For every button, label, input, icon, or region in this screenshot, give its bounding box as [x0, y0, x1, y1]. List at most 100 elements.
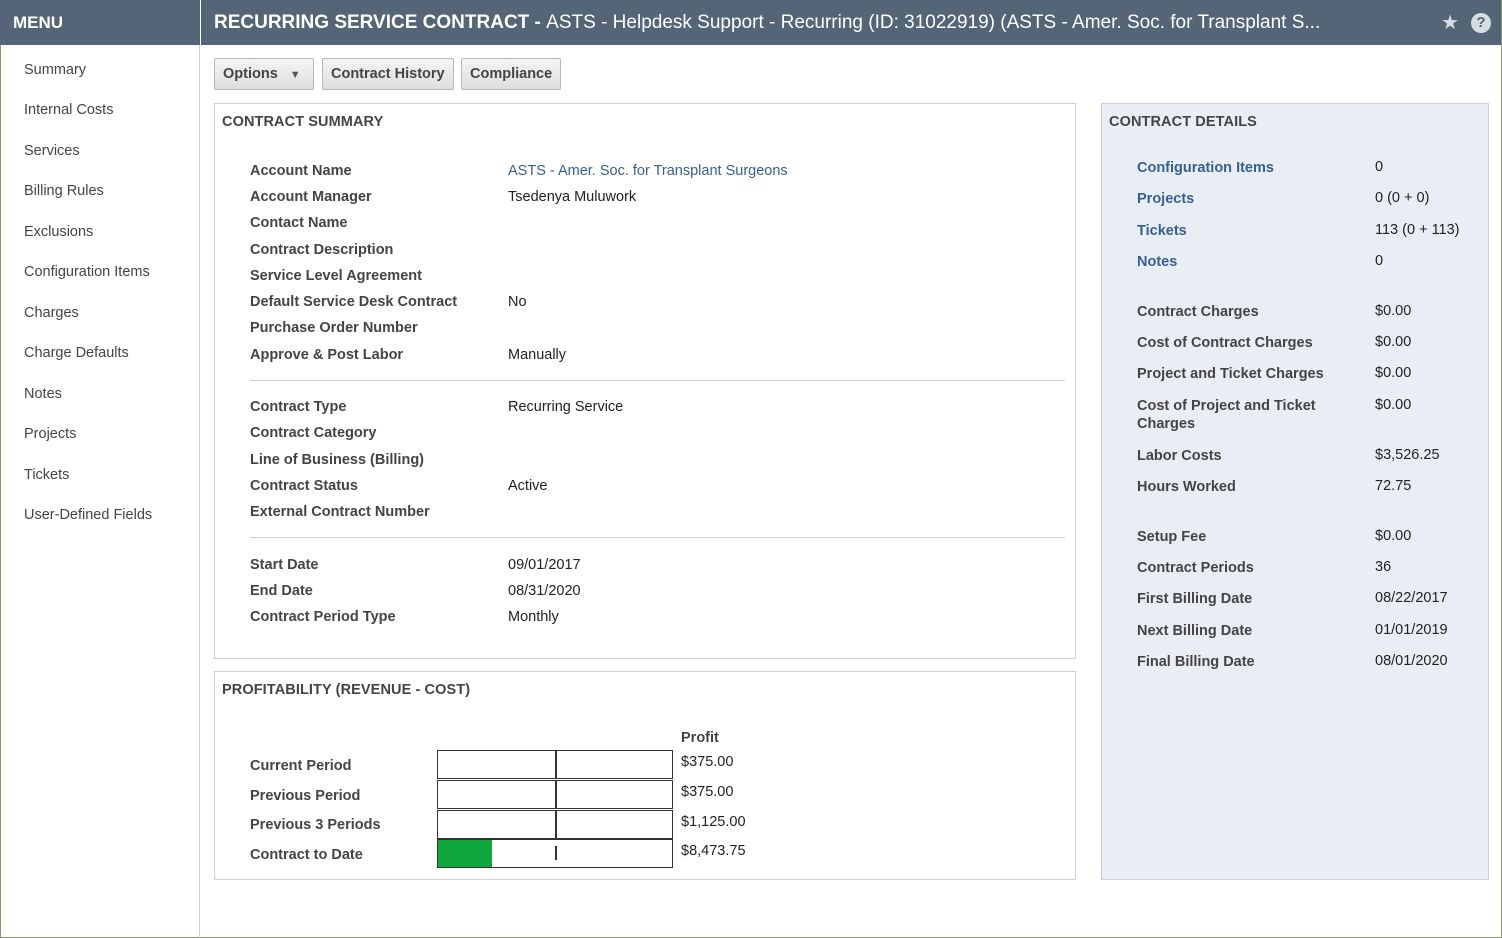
profit-row-label: Current Period: [250, 758, 352, 774]
detail-label: Labor Costs: [1137, 448, 1222, 464]
profit-bar: [437, 750, 673, 779]
title-icons: ★ ?: [1441, 0, 1491, 45]
profit-bar-zero-line: [555, 846, 557, 860]
configuration-items-link[interactable]: Configuration Items: [1137, 159, 1274, 177]
page-title-name: ASTS - Helpdesk Support - Recurring (ID:…: [546, 12, 1321, 33]
profit-row-label: Contract to Date: [250, 847, 363, 863]
detail-value: 08/22/2017: [1375, 590, 1448, 606]
menu-item-billing-rules[interactable]: Billing Rules: [24, 183, 104, 199]
projects-count: 0 (0 + 0): [1375, 190, 1430, 206]
projects-link[interactable]: Projects: [1137, 190, 1194, 208]
account-manager-value: Tsedenya Muluwork: [508, 189, 637, 205]
options-button-label: Options: [223, 66, 278, 82]
compliance-button[interactable]: Compliance: [461, 58, 561, 90]
field-label: Contract Description: [250, 242, 394, 258]
contract-summary-panel: CONTRACT SUMMARY Account Name ASTS - Ame…: [214, 103, 1076, 659]
menu-item-internal-costs[interactable]: Internal Costs: [24, 102, 113, 118]
profit-value: $1,125.00: [681, 814, 746, 830]
profit-bar-zero-line: [555, 811, 557, 838]
menu-item-configuration-items[interactable]: Configuration Items: [24, 264, 150, 280]
profit-bar: [437, 810, 673, 839]
tickets-link[interactable]: Tickets: [1137, 222, 1187, 240]
menu-item-charges[interactable]: Charges: [24, 305, 79, 321]
detail-label: Final Billing Date: [1137, 654, 1255, 670]
detail-value: 72.75: [1375, 478, 1412, 494]
detail-label: First Billing Date: [1137, 591, 1253, 607]
end-date-value: 08/31/2020: [508, 583, 581, 599]
profit-bar: [437, 780, 673, 809]
contract-status-value: Active: [508, 478, 548, 494]
menu-item-services[interactable]: Services: [24, 143, 80, 159]
field-label: Approve & Post Labor: [250, 347, 404, 363]
menu-item-exclusions[interactable]: Exclusions: [24, 224, 93, 240]
section-divider: [250, 537, 1065, 538]
field-label: Purchase Order Number: [250, 320, 418, 336]
field-label: Account Name: [250, 163, 352, 179]
menu-header: MENU: [0, 0, 200, 45]
profitability-title: PROFITABILITY (REVENUE - COST): [222, 682, 471, 698]
page-title-bar: RECURRING SERVICE CONTRACT - ASTS - Help…: [201, 0, 1501, 45]
field-label: Account Manager: [250, 189, 372, 205]
field-label: Contract Period Type: [250, 609, 396, 625]
contract-type-value: Recurring Service: [508, 399, 624, 415]
detail-label: Contract Periods: [1137, 560, 1254, 576]
profit-bar-zero-line: [555, 781, 557, 808]
menu-item-notes[interactable]: Notes: [24, 386, 62, 402]
detail-label: Hours Worked: [1137, 479, 1236, 495]
detail-value: 36: [1375, 559, 1392, 575]
field-label: External Contract Number: [250, 504, 430, 520]
approve-post-labor-value: Manually: [508, 347, 567, 363]
profit-bar-zero-line: [555, 751, 557, 778]
detail-label: Contract Charges: [1137, 304, 1259, 320]
options-button[interactable]: Options ▼: [214, 58, 314, 90]
start-date-value: 09/01/2017: [508, 557, 581, 573]
profit-bar-fill: [438, 840, 492, 867]
notes-count: 0: [1375, 253, 1384, 269]
contract-details-panel: CONTRACT DETAILS Configuration Items 0 P…: [1101, 103, 1489, 880]
detail-value: $0.00: [1375, 397, 1412, 413]
field-label: Start Date: [250, 557, 319, 573]
menu-item-user-defined-fields[interactable]: User-Defined Fields: [24, 507, 152, 523]
profit-bar: [437, 839, 673, 868]
detail-label: Cost of Contract Charges: [1137, 335, 1313, 351]
help-icon[interactable]: ?: [1471, 12, 1491, 33]
menu-item-charge-defaults[interactable]: Charge Defaults: [24, 345, 129, 361]
field-label: Default Service Desk Contract: [250, 294, 458, 310]
field-label: Line of Business (Billing): [250, 452, 425, 468]
menu-item-projects[interactable]: Projects: [24, 426, 76, 442]
side-menu: Summary Internal Costs Services Billing …: [0, 45, 200, 938]
detail-value: $3,526.25: [1375, 447, 1440, 463]
section-divider: [250, 380, 1065, 381]
detail-label: Project and Ticket Charges: [1137, 366, 1324, 382]
contract-details-title: CONTRACT DETAILS: [1109, 114, 1257, 130]
detail-value: 01/01/2019: [1375, 622, 1448, 638]
period-type-value: Monthly: [508, 609, 559, 625]
detail-value: 08/01/2020: [1375, 653, 1448, 669]
default-service-desk-value: No: [508, 294, 527, 310]
detail-value: $0.00: [1375, 365, 1412, 381]
chevron-down-icon: ▼: [289, 69, 301, 81]
star-icon[interactable]: ★: [1441, 13, 1459, 33]
profitability-panel: PROFITABILITY (REVENUE - COST) Profit Cu…: [214, 671, 1076, 880]
profit-row-label: Previous Period: [250, 788, 361, 804]
menu-item-summary[interactable]: Summary: [24, 62, 86, 78]
profit-row-label: Previous 3 Periods: [250, 817, 381, 833]
tickets-count: 113 (0 + 113): [1375, 222, 1460, 238]
detail-label: Next Billing Date: [1137, 623, 1253, 639]
field-label: Contract Category: [250, 425, 377, 441]
menu-item-tickets[interactable]: Tickets: [24, 467, 69, 483]
field-label: Contract Type: [250, 399, 347, 415]
contract-history-button[interactable]: Contract History: [322, 58, 454, 90]
field-label: Contract Status: [250, 478, 358, 494]
page-title-type: RECURRING SERVICE CONTRACT -: [214, 12, 547, 33]
page-title: RECURRING SERVICE CONTRACT - ASTS - Help…: [214, 12, 1320, 33]
profit-column-header: Profit: [681, 730, 719, 746]
field-label: Contact Name: [250, 215, 348, 231]
detail-value: $0.00: [1375, 528, 1412, 544]
profit-value: $375.00: [681, 784, 734, 800]
configuration-items-count: 0: [1375, 159, 1384, 175]
notes-link[interactable]: Notes: [1137, 253, 1177, 271]
field-label: End Date: [250, 583, 313, 599]
account-name-link[interactable]: ASTS - Amer. Soc. for Transplant Surgeon…: [508, 163, 788, 179]
detail-value: $0.00: [1375, 303, 1412, 319]
